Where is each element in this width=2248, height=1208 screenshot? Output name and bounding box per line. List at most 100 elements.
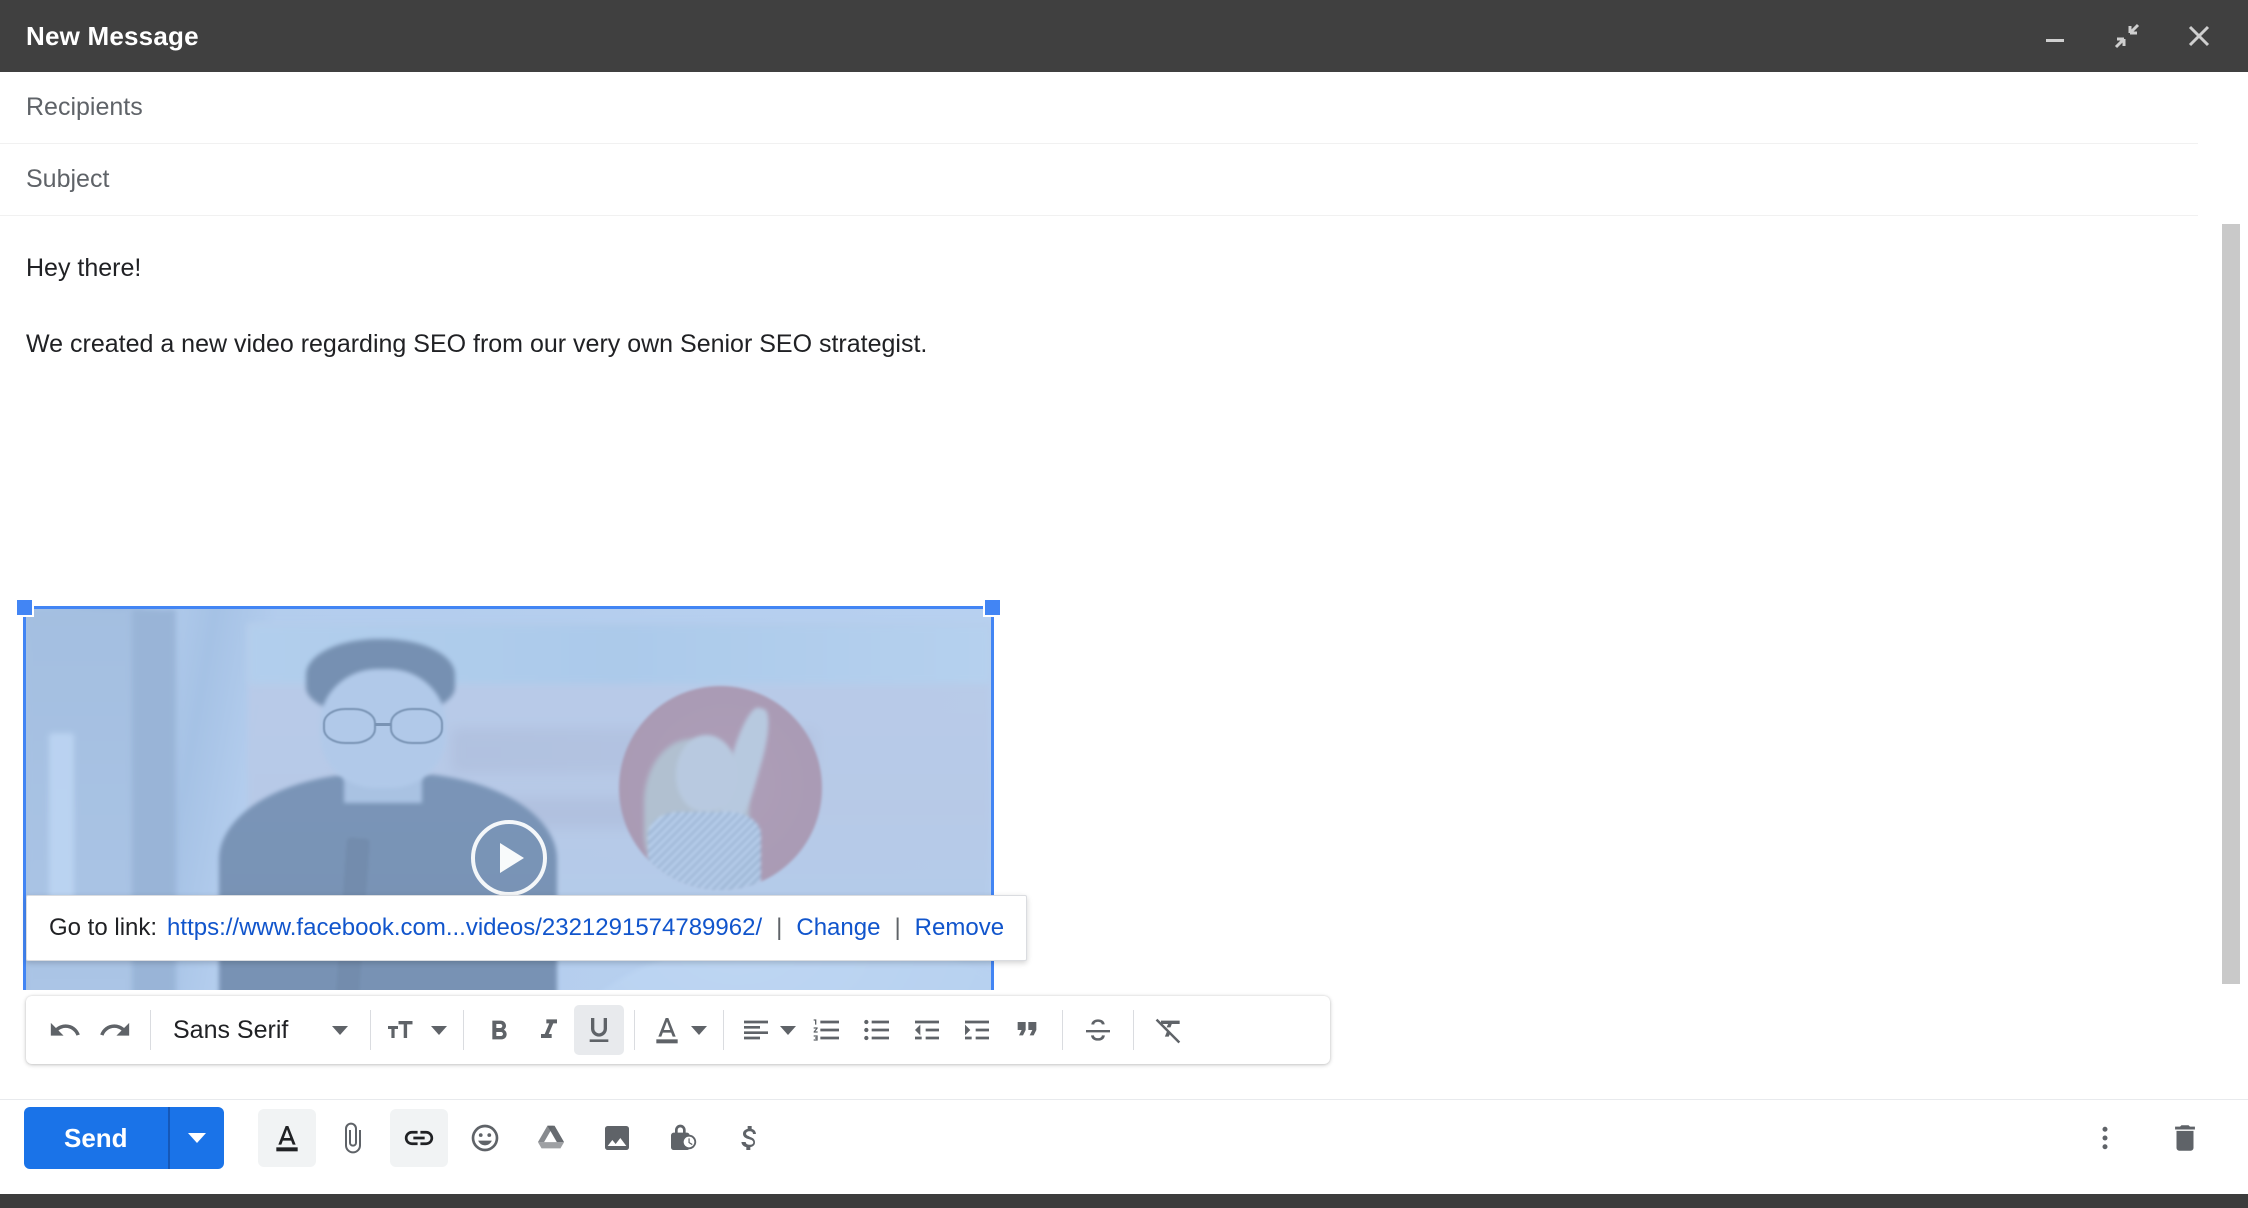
chevron-down-icon (780, 1025, 797, 1035)
play-icon[interactable] (470, 819, 547, 896)
align-button[interactable] (734, 1005, 802, 1055)
minimize-icon (2046, 39, 2064, 42)
insert-money-button[interactable] (720, 1109, 778, 1167)
close-icon (2188, 25, 2210, 47)
window-controls (2032, 13, 2222, 59)
chevron-down-icon (431, 1025, 448, 1035)
body-greeting: Hey there! (26, 254, 142, 282)
remove-formatting-button[interactable] (1144, 1005, 1194, 1055)
bold-button[interactable] (474, 1005, 524, 1055)
indent-less-icon (915, 1020, 940, 1040)
indent-more-icon (965, 1020, 990, 1040)
undo-button[interactable] (40, 1005, 90, 1055)
redo-button[interactable] (90, 1005, 140, 1055)
indent-less-button[interactable] (902, 1005, 952, 1055)
image-icon (604, 1126, 629, 1150)
underline-button[interactable] (574, 1005, 625, 1055)
link-tooltip-separator-1: | (776, 914, 783, 941)
dollar-icon (741, 1126, 756, 1150)
insert-photo-button[interactable] (588, 1109, 646, 1167)
confidential-mode-button[interactable] (654, 1109, 712, 1167)
link-remove-button[interactable]: Remove (915, 914, 1004, 942)
more-vertical-icon (2102, 1126, 2108, 1150)
italic-button[interactable] (524, 1005, 574, 1055)
attach-files-button[interactable] (324, 1109, 382, 1167)
compose-title-bar: New Message (0, 0, 2248, 72)
send-button[interactable]: Send (24, 1107, 168, 1169)
italic-icon (541, 1019, 558, 1038)
undo-icon (50, 1022, 80, 1036)
link-tooltip: Go to link: https://www.facebook.com...v… (26, 895, 1028, 961)
body-scrollbar[interactable] (2222, 218, 2240, 990)
strikethrough-button[interactable] (1073, 1005, 1123, 1055)
compose-window: New Message Recipients Subject Hey there… (0, 0, 2248, 1208)
exit-full-screen-button[interactable] (2104, 13, 2150, 59)
send-options-button[interactable] (167, 1107, 224, 1169)
compose-secondary-actions (2076, 1109, 2214, 1167)
action-bar-divider (0, 1099, 2248, 1100)
recipients-field[interactable]: Recipients (0, 72, 2198, 144)
link-tooltip-url[interactable]: https://www.facebook.com...videos/232129… (167, 914, 762, 942)
insert-drive-file-button[interactable] (522, 1109, 580, 1167)
strikethrough-icon (1086, 1019, 1111, 1041)
google-drive-icon (537, 1125, 564, 1149)
toolbar-divider (634, 1010, 636, 1050)
chevron-down-icon (332, 1025, 349, 1035)
chevron-down-icon (187, 1133, 206, 1143)
numbered-list-icon (814, 1019, 840, 1041)
link-change-button[interactable]: Change (796, 914, 880, 942)
redo-icon (100, 1022, 130, 1036)
toolbar-divider (1062, 1010, 1064, 1050)
subject-field[interactable]: Subject (0, 144, 2198, 216)
text-color-button[interactable] (645, 1005, 713, 1055)
text-format-icon (275, 1126, 298, 1152)
formatting-options-button[interactable] (257, 1109, 316, 1167)
align-icon (744, 1020, 769, 1040)
toolbar-divider (463, 1010, 465, 1050)
subject-placeholder: Subject (26, 165, 110, 193)
insert-link-button[interactable] (389, 1109, 448, 1167)
font-family-label: Sans Serif (173, 1015, 289, 1044)
quote-icon (1018, 1022, 1037, 1036)
compose-tools (257, 1109, 778, 1167)
quote-button[interactable] (1002, 1005, 1052, 1055)
paperclip-icon (344, 1122, 361, 1154)
remove-formatting-icon (1156, 1018, 1181, 1044)
message-body[interactable]: Hey there! We created a new video regard… (0, 217, 2198, 990)
bulleted-list-button[interactable] (852, 1005, 902, 1055)
more-options-button[interactable] (2076, 1109, 2134, 1167)
body-scrollbar-thumb[interactable] (2222, 224, 2240, 984)
link-tooltip-label: Go to link: (49, 914, 158, 941)
toolbar-divider (723, 1010, 725, 1050)
font-size-icon (388, 1021, 413, 1038)
text-color-icon (656, 1018, 679, 1044)
font-family-dropdown[interactable]: Sans Serif (161, 1005, 360, 1055)
bold-icon (492, 1020, 508, 1040)
toolbar-divider (370, 1010, 372, 1050)
send-button-group: Send (24, 1107, 224, 1169)
minimize-button[interactable] (2032, 13, 2078, 59)
page-title: New Message (26, 20, 199, 51)
exit-full-screen-icon (2114, 23, 2140, 49)
resize-handle-top-left[interactable] (15, 598, 34, 617)
window-bottom-strip (0, 1194, 2248, 1208)
formatting-toolbar: Sans Serif (26, 996, 1330, 1064)
compose-action-bar: Send (0, 1100, 2248, 1176)
lock-clock-icon (670, 1124, 696, 1150)
toolbar-divider (1133, 1010, 1135, 1050)
link-icon (404, 1130, 433, 1146)
trash-icon (2175, 1125, 2195, 1151)
resize-handle-top-right[interactable] (983, 598, 1002, 617)
recipients-placeholder: Recipients (26, 93, 143, 121)
chevron-down-icon (691, 1025, 708, 1035)
discard-draft-button[interactable] (2156, 1109, 2214, 1167)
font-size-dropdown[interactable] (381, 1005, 453, 1055)
close-button[interactable] (2176, 13, 2222, 59)
underline-icon (590, 1018, 609, 1042)
numbered-list-button[interactable] (802, 1005, 852, 1055)
insert-emoji-button[interactable] (456, 1109, 514, 1167)
body-paragraph: We created a new video regarding SEO fro… (26, 330, 928, 358)
indent-more-button[interactable] (952, 1005, 1002, 1055)
bulleted-list-icon (864, 1019, 890, 1041)
link-tooltip-separator-2: | (894, 914, 901, 941)
